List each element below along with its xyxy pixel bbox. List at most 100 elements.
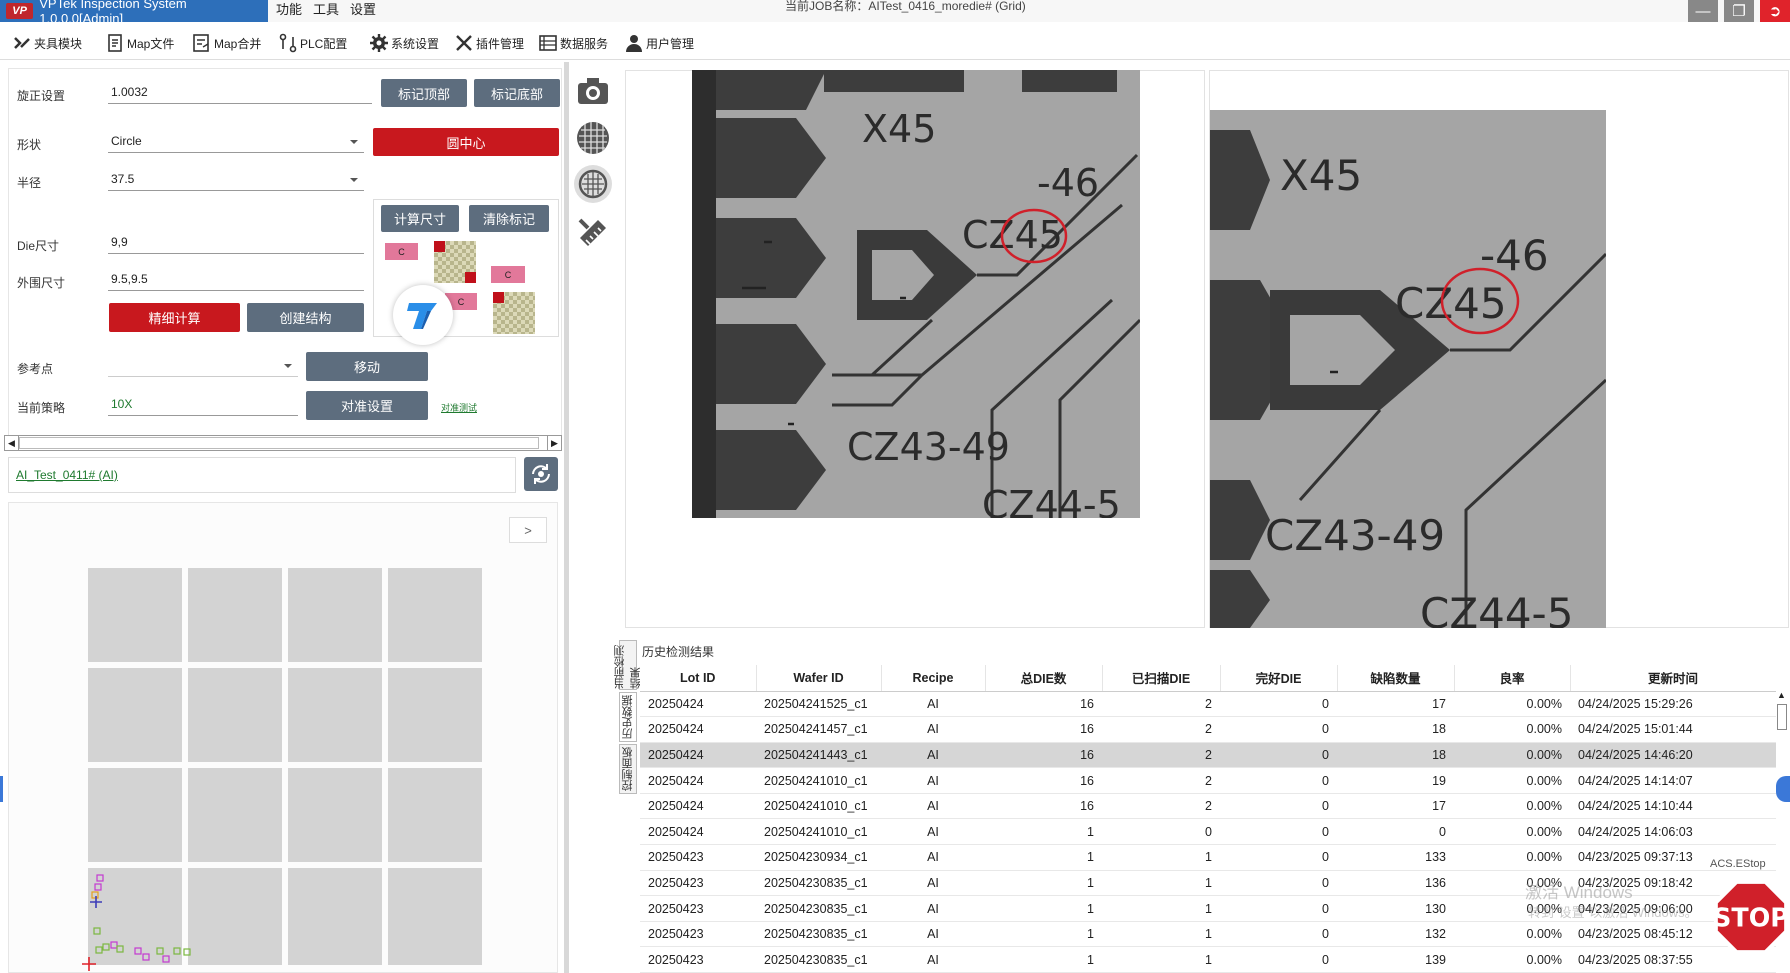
strategy-label: 当前策略 [17, 401, 66, 415]
calibrate-button[interactable] [574, 214, 612, 252]
menu-function[interactable]: 功能 [276, 0, 302, 22]
column-header[interactable]: Recipe [881, 665, 986, 692]
mark-top-button[interactable]: 标记顶部 [381, 79, 467, 107]
column-header[interactable]: 已扫描DIE [1102, 665, 1221, 692]
shape-select[interactable]: Circle [108, 131, 364, 153]
align-test-link[interactable]: 对准测试 [441, 401, 477, 414]
toolbar-fixture[interactable]: 夹具模块 [12, 32, 82, 54]
column-header[interactable]: 总DIE数 [985, 665, 1103, 692]
toolbar-map-merge[interactable]: Map合并 [192, 32, 261, 54]
scroll-left-icon[interactable]: ◀ [5, 436, 19, 450]
restore-button[interactable]: ❐ [1724, 0, 1754, 22]
table-cell: 0 [1220, 793, 1337, 820]
die-cell[interactable] [288, 768, 382, 862]
table-row[interactable]: 20250424 202504241443_c1 AI 16 2 0 18 0.00% 04/2… [640, 742, 1776, 769]
toolbar-plugins[interactable]: 插件管理 [454, 32, 524, 54]
table-row[interactable]: 20250424 202504241525_c1 AI 16 2 0 17 0.00% 04/2… [640, 691, 1776, 718]
toolbar-plc[interactable]: PLC配置 [278, 32, 347, 54]
table-row[interactable]: 20250424 202504241010_c1 AI 1 0 0 0 0.00% 04/24/… [640, 818, 1776, 846]
toolbar-data-service[interactable]: 数据服务 [538, 32, 608, 54]
die-cell[interactable] [188, 568, 282, 662]
map-next-button[interactable]: > [509, 517, 547, 543]
job-link[interactable]: AI_Test_0411# (AI) [16, 468, 118, 482]
tab-history[interactable]: 历史数据 [619, 692, 637, 742]
inspection-image-left[interactable]: X45 -46 CZ45 CZ43-49 CZ44-5 [692, 70, 1140, 518]
rotation-input[interactable]: 1.0032 [108, 82, 372, 104]
scroll-right-icon[interactable]: ▶ [547, 436, 561, 450]
scroll-up-icon[interactable]: ▲ [1777, 690, 1786, 700]
menu-tools[interactable]: 工具 [313, 0, 339, 22]
die-cell[interactable] [288, 868, 382, 965]
calc-size-button[interactable]: 计算尺寸 [381, 205, 459, 232]
column-header[interactable]: 完好DIE [1220, 665, 1338, 692]
table-cell: AI [881, 895, 985, 922]
die-cell[interactable] [88, 668, 182, 762]
table-cell: 2 [1102, 691, 1220, 718]
die-cell[interactable] [88, 768, 182, 862]
column-header[interactable]: 缺陷数量 [1337, 665, 1455, 692]
table-row[interactable]: 20250423 202504230934_c1 AI 1 1 0 133 0.00% 04/2… [640, 844, 1776, 871]
assistant-float-button[interactable] [393, 285, 453, 345]
table-cell: 0 [1220, 946, 1337, 973]
table-cell: 1 [1102, 946, 1220, 973]
die-cell[interactable] [188, 868, 282, 965]
table-row[interactable]: 20250423 202504230835_c1 AI 1 1 0 139 0.00% 04/2… [640, 946, 1776, 973]
table-row[interactable]: 20250424 202504241010_c1 AI 16 2 0 17 0.00% 04/2… [640, 793, 1776, 820]
minimize-button[interactable]: — [1688, 0, 1718, 22]
toolbar-user-management[interactable]: 用户管理 [624, 32, 694, 54]
column-header[interactable]: Lot ID [640, 665, 757, 692]
table-cell: 202504241525_c1 [756, 691, 881, 718]
horizontal-scrollbar[interactable]: ◀ ▶ [4, 435, 562, 451]
wafer-button[interactable] [574, 119, 612, 157]
toolbar-map-file[interactable]: Map文件 [105, 32, 174, 54]
camera-button[interactable] [574, 72, 612, 110]
table-row[interactable]: 20250424 202504241010_c1 AI 16 2 0 19 0.00% 04/2… [640, 767, 1776, 794]
column-header[interactable]: 更新时间 [1570, 665, 1776, 692]
table-row[interactable]: 20250424 202504241457_c1 AI 16 2 0 18 0.00% 04/2… [640, 716, 1776, 743]
mark-bottom-button[interactable]: 标记底部 [474, 79, 560, 107]
refresh-job-button[interactable] [524, 457, 558, 491]
column-header[interactable]: Wafer ID [756, 665, 882, 692]
die-cell[interactable] [388, 568, 482, 662]
stop-button[interactable]: STOP [1712, 878, 1790, 956]
toolbar-system-settings[interactable]: 系统设置 [369, 32, 439, 54]
fine-calc-button[interactable]: 精细计算 [109, 303, 240, 332]
table-cell: 17 [1337, 691, 1454, 718]
die-cell[interactable] [388, 768, 482, 862]
die-cell[interactable] [388, 668, 482, 762]
move-button[interactable]: 移动 [306, 352, 428, 381]
scroll-thumb[interactable] [1777, 704, 1787, 730]
tab-control-panel[interactable]: 控制面板 [619, 744, 637, 794]
die-size-input[interactable]: 9,9 [108, 232, 364, 254]
close-button[interactable]: ➲ [1760, 0, 1790, 22]
die-cell[interactable] [188, 768, 282, 862]
table-cell: 04/24/2025 15:01:44 [1570, 716, 1776, 743]
align-settings-button[interactable]: 对准设置 [306, 391, 428, 420]
side-collapse-tab[interactable] [1776, 776, 1790, 802]
wafer-map-button[interactable] [574, 165, 612, 203]
menu-settings[interactable]: 设置 [350, 0, 376, 22]
die-cell[interactable] [388, 868, 482, 965]
clear-marks-button[interactable]: 清除标记 [469, 205, 549, 232]
die-cell[interactable] [288, 568, 382, 662]
marker-square [465, 272, 476, 283]
scroll-thumb[interactable] [19, 437, 539, 449]
table-cell: 0 [1220, 716, 1337, 743]
tab-current-results[interactable]: 当前检测结果 [614, 640, 642, 690]
outer-size-input[interactable]: 9.5,9.5 [108, 269, 364, 291]
create-structure-button[interactable]: 创建结构 [247, 303, 364, 332]
die-cell[interactable] [88, 568, 182, 662]
radius-select[interactable]: 37.5 [108, 169, 364, 191]
ref-point-select[interactable] [108, 355, 298, 377]
image-label: CZ43-49 [847, 425, 1010, 469]
column-header[interactable]: 良率 [1454, 665, 1571, 692]
strategy-input[interactable]: 10X [108, 394, 298, 416]
table-cell: 0.00% [1454, 793, 1570, 820]
panel-splitter[interactable] [564, 62, 569, 973]
table-cell: 0 [1220, 767, 1337, 794]
die-cell[interactable] [188, 668, 282, 762]
die-cell[interactable] [288, 668, 382, 762]
table-row[interactable]: 20250423 202504230835_c1 AI 1 1 0 132 0.00% 04/2… [640, 921, 1776, 948]
circle-center-button[interactable]: 圆中心 [373, 128, 559, 156]
inspection-image-right[interactable]: X45 -46 CZ45 CZ43-49 CZ44-5 [1210, 110, 1606, 628]
